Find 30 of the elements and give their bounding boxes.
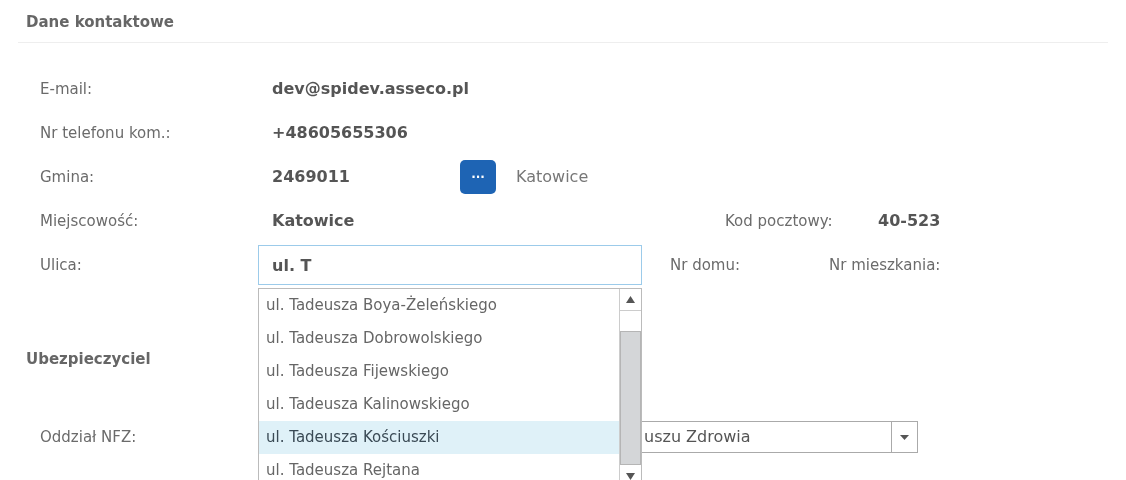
nfz-select[interactable]: uszu Zdrowia — [642, 421, 918, 453]
field-label: Ulica: — [40, 256, 82, 274]
field-label: Nr telefonu kom.: — [40, 124, 171, 142]
suggestion-item[interactable]: ul. Tadeusza Kościuszki — [259, 421, 619, 454]
field-value: +48605655306 — [272, 122, 408, 144]
field-value: 2469011 — [272, 167, 350, 186]
scrollbar[interactable] — [619, 289, 641, 480]
field-value: Katowice — [272, 211, 355, 230]
suggestion-item[interactable]: ul. Tadeusza Boya-Żeleńskiego — [259, 289, 619, 322]
browse-button[interactable]: ··· — [460, 160, 496, 194]
field-label: Kod pocztowy: — [725, 212, 833, 230]
caret-icon — [900, 434, 909, 440]
suggestion-item[interactable]: ul. Tadeusza Kalinowskiego — [259, 388, 619, 421]
suggestion-item[interactable]: ul. Tadeusza Fijewskiego — [259, 355, 619, 388]
section-title: Dane kontaktowe — [26, 13, 174, 31]
field-label: Oddział NFZ: — [40, 428, 137, 446]
field-label: Nr domu: — [670, 256, 741, 274]
field-value: dev@spidev.asseco.pl — [272, 78, 469, 100]
field-value: 40-523 — [878, 210, 941, 232]
field-label: E-mail: — [40, 80, 93, 98]
gmina-name: Katowice — [516, 166, 589, 188]
section-title: Ubezpieczyciel — [26, 350, 151, 368]
suggestion-item[interactable]: ul. Tadeusza Dobrowolskiego — [259, 322, 619, 355]
field-label: Gmina: — [40, 168, 95, 186]
up-arrow-icon[interactable] — [626, 296, 635, 303]
field-label: Miejscowość: — [40, 212, 139, 230]
down-arrow-icon[interactable] — [626, 472, 635, 480]
street-input-field[interactable]: ul. T — [258, 245, 642, 285]
field-label: Nr mieszkania: — [829, 254, 941, 276]
suggestion-item[interactable]: ul. Tadeusza Rejtana — [259, 454, 619, 480]
